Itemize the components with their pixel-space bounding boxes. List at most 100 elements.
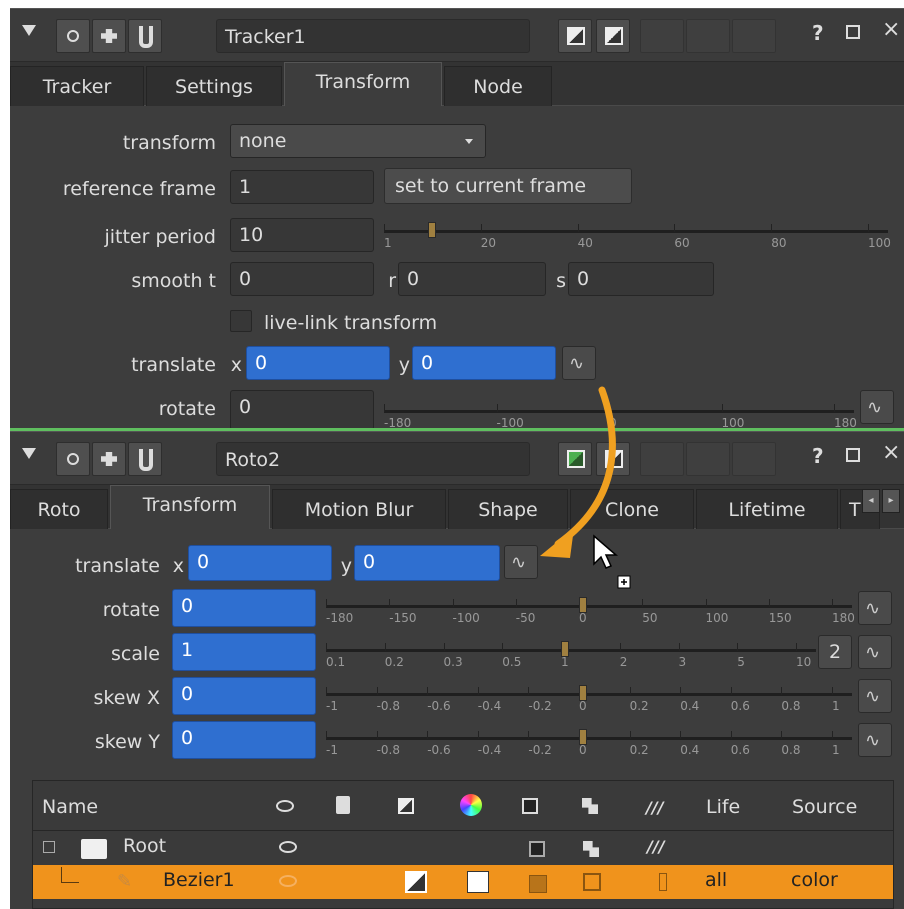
float-icon[interactable] bbox=[846, 25, 860, 39]
reference-frame-field[interactable]: 1 bbox=[230, 170, 374, 204]
invert-icon[interactable] bbox=[522, 798, 538, 814]
slider-tick-label: 180 bbox=[832, 611, 855, 625]
tab-settings[interactable]: Settings bbox=[146, 66, 282, 106]
float-icon[interactable] bbox=[846, 448, 860, 462]
tab-scroll-right-icon[interactable]: ▸ bbox=[882, 489, 900, 513]
rotate-slider[interactable]: -180 -150 -100 -50 0 50 100 150 180 bbox=[326, 591, 855, 625]
collapse-triangle-icon[interactable] bbox=[22, 25, 36, 36]
set-to-current-frame-button[interactable]: set to current frame bbox=[384, 168, 632, 204]
jitter-period-field[interactable]: 10 bbox=[230, 218, 374, 252]
live-link-checkbox[interactable] bbox=[230, 310, 252, 332]
help-icon[interactable]: ? bbox=[812, 444, 824, 468]
live-link-label: live-link transform bbox=[264, 312, 438, 334]
table-row-selected[interactable]: ✎ Bezier1 all color bbox=[33, 865, 893, 899]
tab-transform[interactable]: Transform bbox=[284, 62, 442, 107]
skew-x-slider[interactable]: -1 -0.8 -0.6 -0.4 -0.2 0 0.2 0.4 0.6 0.8 1 bbox=[326, 679, 852, 713]
motion-blur-icon[interactable]: /// bbox=[646, 798, 664, 817]
smooth-r-field[interactable]: 0 bbox=[398, 262, 546, 296]
translate-y-field[interactable]: 0 bbox=[354, 545, 500, 581]
viewer-toggle-button[interactable] bbox=[56, 442, 90, 476]
transform-dropdown[interactable]: none bbox=[230, 124, 486, 158]
slider-tick-label: 5 bbox=[737, 655, 745, 669]
wrench-button[interactable] bbox=[128, 442, 162, 476]
curve-editor-button[interactable]: ∿ bbox=[562, 346, 596, 380]
rotate-curve-button[interactable]: ∿ bbox=[860, 390, 894, 424]
lock-icon[interactable] bbox=[336, 796, 350, 814]
slider-thumb[interactable] bbox=[579, 729, 587, 745]
slider-tick-label: 100 bbox=[868, 236, 891, 250]
row-name: Root bbox=[123, 835, 167, 857]
undo-button[interactable] bbox=[640, 442, 684, 476]
row-life[interactable]: all bbox=[705, 869, 727, 891]
smooth-s-label: s bbox=[556, 270, 566, 292]
skew-x-field[interactable]: 0 bbox=[172, 677, 316, 715]
node-name-field[interactable]: Tracker1 bbox=[216, 19, 530, 53]
overlay-checkbox[interactable] bbox=[405, 871, 427, 893]
viewer-toggle-button[interactable] bbox=[56, 19, 90, 53]
tab-scroll-left-icon[interactable]: ◂ bbox=[862, 489, 880, 513]
scale-field[interactable]: 1 bbox=[172, 633, 316, 671]
close-icon[interactable]: × bbox=[882, 440, 900, 465]
skew-y-slider[interactable]: -1 -0.8 -0.6 -0.4 -0.2 0 0.2 0.4 0.6 0.8 1 bbox=[326, 723, 852, 757]
tab-roto[interactable]: Roto bbox=[10, 489, 108, 529]
wrench-button[interactable] bbox=[128, 19, 162, 53]
revert-button[interactable] bbox=[732, 19, 776, 53]
translate-x-field[interactable]: 0 bbox=[188, 545, 332, 581]
close-icon[interactable]: × bbox=[882, 17, 900, 42]
table-row[interactable]: Root /// bbox=[33, 831, 893, 865]
scale-curve-button[interactable]: ∿ bbox=[858, 635, 892, 669]
translate-x-field[interactable]: 0 bbox=[246, 346, 390, 380]
node-toggle-button[interactable] bbox=[92, 442, 126, 476]
slider-thumb[interactable] bbox=[561, 641, 569, 657]
scale-channels-button[interactable]: 2 bbox=[818, 635, 852, 669]
tab-motion-blur[interactable]: Motion Blur bbox=[272, 489, 446, 529]
rotate-curve-button[interactable]: ∿ bbox=[858, 591, 892, 625]
node-name-field[interactable]: Roto2 bbox=[216, 442, 530, 476]
help-icon[interactable]: ? bbox=[812, 21, 824, 45]
redo-button[interactable] bbox=[686, 442, 730, 476]
tab-node[interactable]: Node bbox=[444, 66, 552, 106]
tab-tracker[interactable]: Tracker bbox=[10, 66, 144, 106]
slider-thumb[interactable] bbox=[428, 222, 436, 238]
motion-blur-icon[interactable] bbox=[659, 873, 667, 891]
column-life[interactable]: Life bbox=[706, 796, 740, 818]
rotate-field[interactable]: 0 bbox=[230, 390, 374, 430]
color-swatch-1[interactable] bbox=[558, 19, 592, 53]
slider-track[interactable] bbox=[384, 230, 888, 233]
color-wheel-icon[interactable] bbox=[460, 794, 482, 816]
color-swatch[interactable] bbox=[467, 871, 489, 893]
tab-lifetime[interactable]: Lifetime bbox=[696, 489, 838, 529]
redo-button[interactable] bbox=[686, 19, 730, 53]
color-swatch-2[interactable] bbox=[596, 19, 630, 53]
slider-track[interactable] bbox=[326, 649, 816, 652]
rotate-field[interactable]: 0 bbox=[172, 589, 316, 627]
overlay-icon[interactable] bbox=[398, 798, 414, 814]
jitter-period-slider[interactable]: 1 20 40 60 80 100 bbox=[384, 216, 891, 250]
blend-icon[interactable] bbox=[583, 873, 601, 891]
translate-y-field[interactable]: 0 bbox=[412, 346, 556, 380]
tab-transform[interactable]: Transform bbox=[110, 485, 270, 530]
revert-button[interactable] bbox=[732, 442, 776, 476]
slider-tick bbox=[515, 599, 517, 607]
column-name[interactable]: Name bbox=[42, 796, 98, 818]
eye-icon[interactable] bbox=[276, 800, 294, 812]
invert-icon[interactable] bbox=[529, 875, 547, 893]
slider-track[interactable] bbox=[326, 693, 852, 696]
skew-y-field[interactable]: 0 bbox=[172, 721, 316, 759]
skew-x-curve-button[interactable]: ∿ bbox=[858, 679, 892, 713]
smooth-t-field[interactable]: 0 bbox=[230, 262, 374, 296]
collapse-triangle-icon[interactable] bbox=[22, 448, 36, 459]
scale-slider[interactable]: 0.1 0.2 0.3 0.5 1 2 3 5 10 bbox=[326, 635, 816, 669]
smooth-s-field[interactable]: 0 bbox=[568, 262, 714, 296]
skew-y-curve-button[interactable]: ∿ bbox=[858, 723, 892, 757]
slider-track[interactable] bbox=[326, 605, 852, 608]
slider-track[interactable] bbox=[326, 737, 852, 740]
undo-button[interactable] bbox=[640, 19, 684, 53]
row-source[interactable]: color bbox=[791, 869, 838, 891]
slider-thumb[interactable] bbox=[579, 685, 587, 701]
node-toggle-button[interactable] bbox=[92, 19, 126, 53]
slider-tick-label: 0 bbox=[579, 611, 587, 625]
slider-thumb[interactable] bbox=[579, 597, 587, 613]
column-source[interactable]: Source bbox=[792, 796, 857, 818]
row-name: Bezier1 bbox=[163, 869, 235, 891]
